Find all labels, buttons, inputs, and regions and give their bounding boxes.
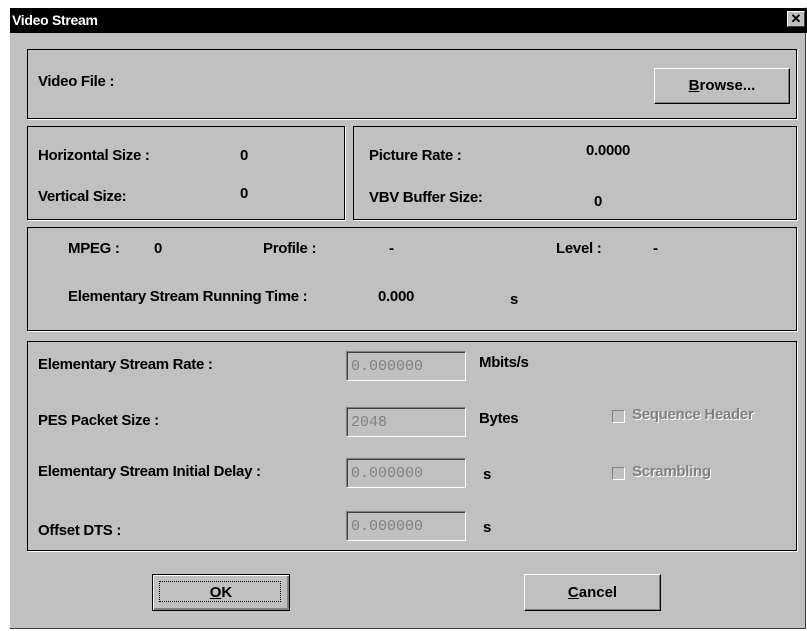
level-label: Level :: [556, 240, 602, 257]
browse-mnemonic: B: [688, 77, 700, 94]
profile-label: Profile :: [263, 240, 317, 257]
pes-packet-size-input[interactable]: [346, 407, 466, 437]
pes-packet-size-unit: Bytes: [479, 410, 519, 427]
level-value: -: [653, 240, 658, 257]
stream-rate-unit: Mbits/s: [479, 354, 529, 371]
mpeg-value: 0: [154, 240, 163, 257]
mpeg-label: MPEG :: [68, 240, 120, 257]
initial-delay-input[interactable]: [346, 458, 466, 488]
vertical-size-label: Vertical Size:: [38, 188, 127, 205]
stream-rate-input[interactable]: [346, 351, 466, 381]
close-icon[interactable]: ✕: [787, 11, 805, 27]
cancel-label: ancel: [578, 584, 618, 601]
profile-value: -: [389, 240, 394, 257]
browse-label: rowse...: [699, 77, 756, 94]
cancel-button[interactable]: Cancel: [524, 574, 661, 611]
stream-parameters-group: Elementary Stream Rate : Mbits/s PES Pac…: [27, 341, 797, 551]
initial-delay-unit: s: [483, 466, 492, 483]
video-stream-dialog: Video Stream ✕ Video File : Browse... Ho…: [9, 7, 807, 629]
running-time-label: Elementary Stream Running Time :: [68, 288, 308, 305]
offset-dts-input[interactable]: [346, 511, 466, 541]
horizontal-size-value: 0: [240, 147, 249, 164]
video-file-label: Video File :: [38, 73, 115, 90]
vbv-buffer-size-label: VBV Buffer Size:: [369, 189, 483, 206]
picture-rate-value: 0.0000: [586, 142, 631, 159]
running-time-unit: s: [510, 291, 519, 308]
horizontal-size-label: Horizontal Size :: [38, 147, 150, 164]
frame-size-group: Horizontal Size : 0 Vertical Size: 0: [27, 126, 345, 220]
vertical-size-value: 0: [240, 185, 249, 202]
window-title: Video Stream: [12, 12, 98, 28]
video-file-group: Video File : Browse...: [27, 49, 797, 119]
running-time-value: 0.000: [378, 288, 415, 305]
picture-rate-group: Picture Rate : 0.0000 VBV Buffer Size: 0: [353, 126, 797, 220]
pes-packet-size-label: PES Packet Size :: [38, 412, 159, 429]
initial-delay-label: Elementary Stream Initial Delay :: [38, 463, 261, 480]
mpeg-info-group: MPEG : 0 Profile : - Level : - Elementar…: [27, 227, 797, 331]
offset-dts-label: Offset DTS :: [38, 522, 122, 539]
scrambling-checkbox[interactable]: [612, 467, 625, 480]
ok-button[interactable]: OK: [152, 574, 290, 611]
sequence-header-checkbox[interactable]: [612, 410, 625, 423]
vbv-buffer-size-value: 0: [594, 193, 603, 210]
cancel-mnemonic: C: [567, 584, 579, 601]
scrambling-label[interactable]: Scrambling: [632, 463, 711, 480]
title-bar[interactable]: Video Stream ✕: [10, 8, 807, 33]
stream-rate-label: Elementary Stream Rate :: [38, 356, 213, 373]
offset-dts-unit: s: [483, 519, 492, 536]
browse-button[interactable]: Browse...: [654, 68, 790, 104]
sequence-header-label[interactable]: Sequence Header: [632, 406, 754, 423]
picture-rate-label: Picture Rate :: [369, 147, 462, 164]
focus-rectangle: [159, 581, 281, 602]
